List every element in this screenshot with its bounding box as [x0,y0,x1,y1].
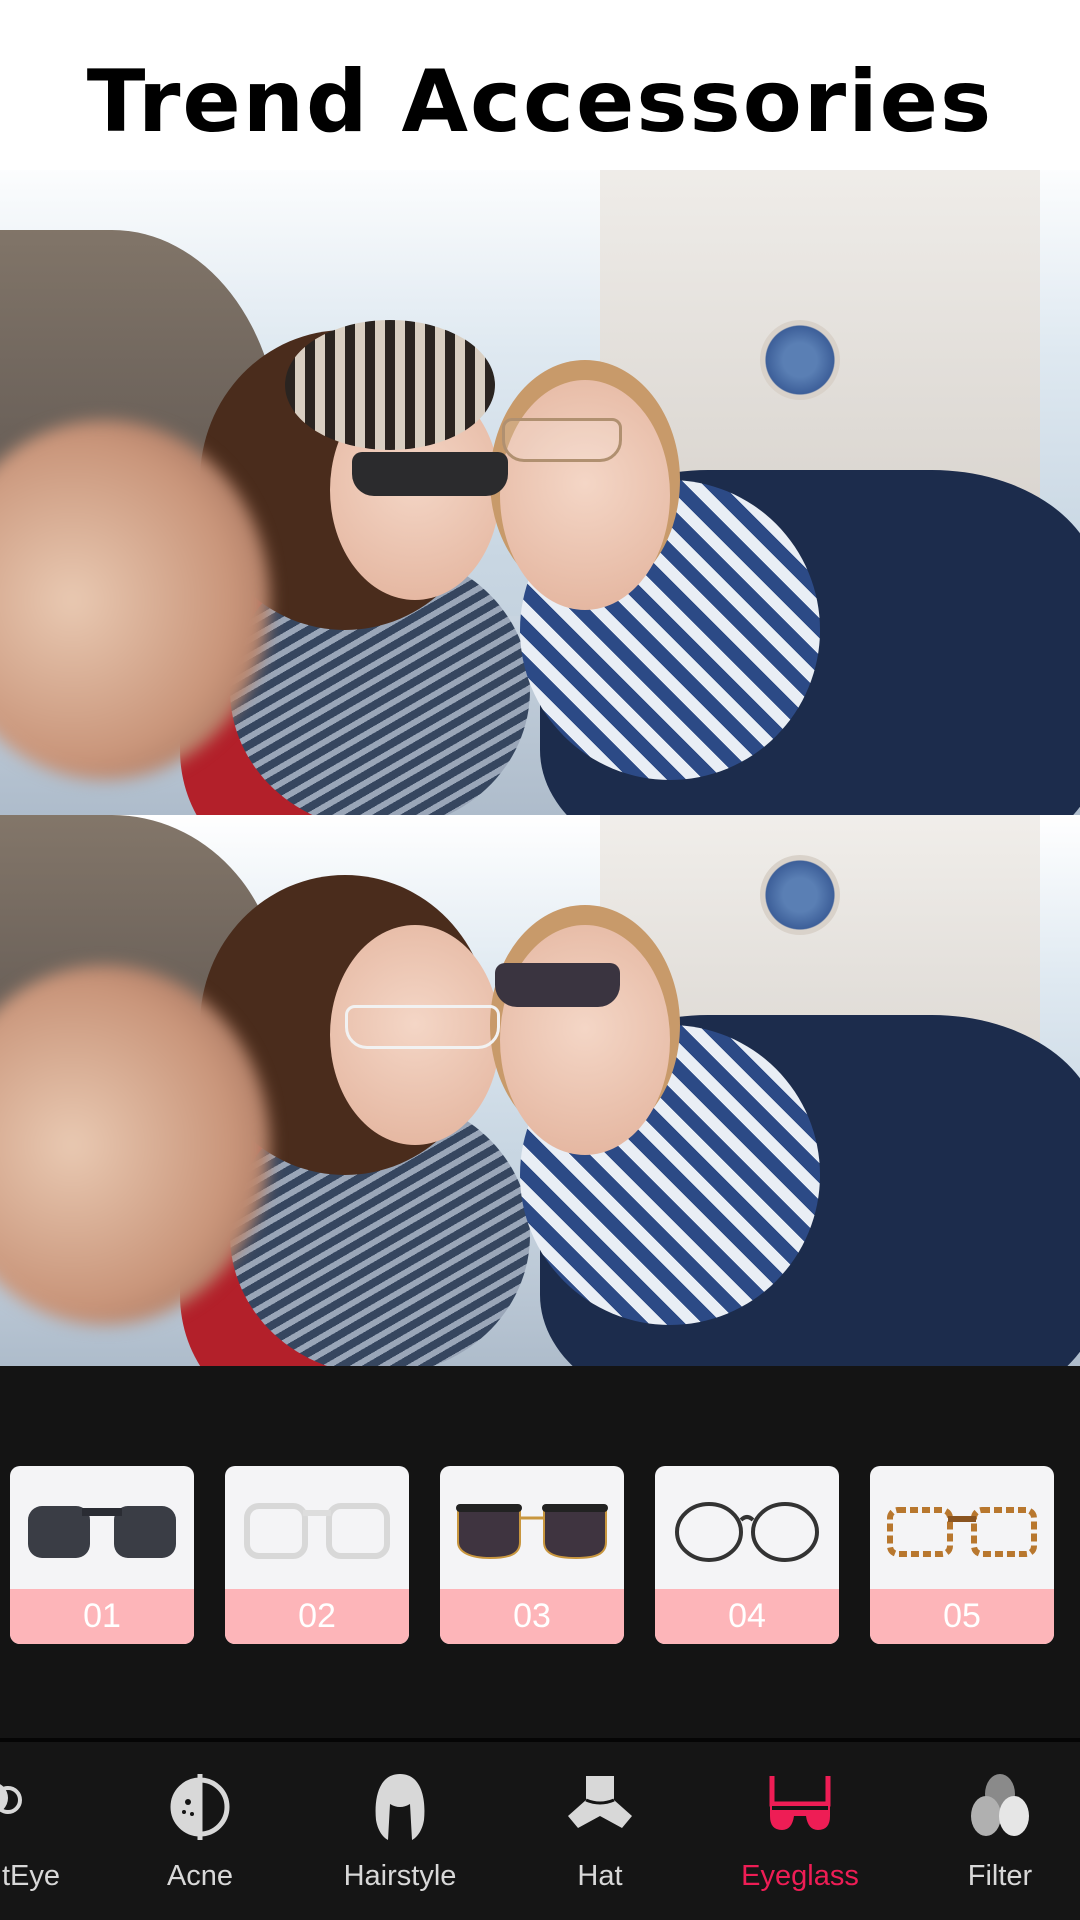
hat-icon [568,1776,632,1828]
preview-photo-before [0,150,1080,815]
nav-item-filter[interactable]: Filter [900,1742,1080,1920]
nav-item-hairstyle[interactable]: Hairstyle [300,1742,500,1920]
tortoise-glasses-icon [887,1507,1037,1557]
nav-item-eyeglass[interactable]: Eyeglass [700,1742,900,1920]
round-glasses-icon [675,1502,819,1562]
clear-glasses-icon [244,1503,390,1559]
style-card-01[interactable]: 01 [10,1466,194,1644]
page-title: Trend Accessories [0,0,1080,170]
bright-eye-icon [0,1784,22,1814]
nav-item-brighteye[interactable]: tEye [0,1742,100,1920]
style-card-02[interactable]: 02 [225,1466,409,1644]
clear-glasses-overlay [345,1005,500,1049]
filter-icon [971,1774,1029,1836]
dark-sunglasses-icon [456,1504,608,1560]
preview-photo-after [0,815,1080,1366]
style-card-03[interactable]: 03 [440,1466,624,1644]
bottom-tool-nav: tEye Acne Hairstyle Hat Eyeglass Filter [0,1742,1080,1920]
nav-item-acne[interactable]: Acne [100,1742,300,1920]
dark-sunglasses-overlay [495,963,620,1007]
sunglasses-overlay [352,452,508,496]
style-card-05[interactable]: 05 [870,1466,1054,1644]
eyeglass-icon [769,1776,831,1830]
hairstyle-icon [375,1774,425,1840]
acne-icon [170,1774,230,1840]
style-card-04[interactable]: 04 [655,1466,839,1644]
nav-item-hat[interactable]: Hat [500,1742,700,1920]
style-picker: 01 02 03 04 05 [0,1366,1080,1740]
sunglasses-icon [28,1506,176,1558]
